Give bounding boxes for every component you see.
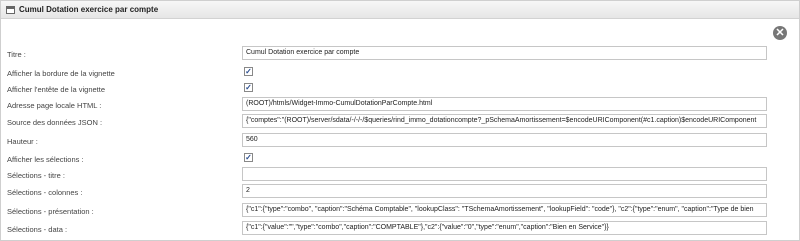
field-label: Afficher les sélections : xyxy=(7,155,84,164)
row-source-json: Source des données JSON : {"comptes":"(R… xyxy=(1,114,799,130)
window-icon xyxy=(6,6,15,14)
field-label: Afficher la bordure de la vignette xyxy=(7,69,115,78)
afficher-entete-checkbox[interactable]: ✓ xyxy=(244,83,253,92)
widget-panel: Cumul Dotation exercice par compte ✕ Tit… xyxy=(0,0,800,241)
field-label: Sélections - titre : xyxy=(7,171,65,180)
row-afficher-bordure: Afficher la bordure de la vignette ✓ xyxy=(1,65,799,81)
field-label: Sélections - colonnes : xyxy=(7,188,83,197)
field-label: Sélections - data : xyxy=(7,225,68,234)
selections-colonnes-input[interactable]: 2 xyxy=(242,184,767,198)
row-afficher-entete: Afficher l'entête de la vignette ✓ xyxy=(1,81,799,97)
afficher-selections-checkbox[interactable]: ✓ xyxy=(244,153,253,162)
field-label: Sélections - présentation : xyxy=(7,207,94,216)
close-icon[interactable]: ✕ xyxy=(773,26,787,40)
row-hauteur: Hauteur : 560 xyxy=(1,133,799,149)
selections-presentation-input[interactable]: {"c1":{"type":"combo", "caption":"Schéma… xyxy=(242,203,767,217)
adresse-page-input[interactable]: (ROOT)/htmls/Widget-Immo-CumulDotationPa… xyxy=(242,97,767,111)
row-adresse-page: Adresse page locale HTML : (ROOT)/htmls/… xyxy=(1,97,799,113)
field-label: Titre : xyxy=(7,50,26,59)
field-label: Afficher l'entête de la vignette xyxy=(7,85,106,94)
row-selections-titre: Sélections - titre : xyxy=(1,167,799,183)
titre-input[interactable]: Cumul Dotation exercice par compte xyxy=(242,46,767,60)
selections-titre-input[interactable] xyxy=(242,167,767,181)
field-label: Hauteur : xyxy=(7,137,38,146)
field-label: Source des données JSON : xyxy=(7,118,103,127)
row-titre: Titre : Cumul Dotation exercice par comp… xyxy=(1,46,799,62)
hauteur-input[interactable]: 560 xyxy=(242,133,767,147)
source-json-input[interactable]: {"comptes":"(ROOT)/server/sdata/-/-/-/$q… xyxy=(242,114,767,128)
field-label: Adresse page locale HTML : xyxy=(7,101,102,110)
row-afficher-selections: Afficher les sélections : ✓ xyxy=(1,151,799,167)
row-selections-data: Sélections - data : {"c1":{"value":"","t… xyxy=(1,221,799,237)
window-title: Cumul Dotation exercice par compte xyxy=(19,5,159,14)
selections-data-input[interactable]: {"c1":{"value":"","type":"combo","captio… xyxy=(242,221,767,235)
afficher-bordure-checkbox[interactable]: ✓ xyxy=(244,67,253,76)
row-selections-presentation: Sélections - présentation : {"c1":{"type… xyxy=(1,203,799,219)
title-bar: Cumul Dotation exercice par compte xyxy=(1,1,799,19)
row-selections-colonnes: Sélections - colonnes : 2 xyxy=(1,184,799,200)
